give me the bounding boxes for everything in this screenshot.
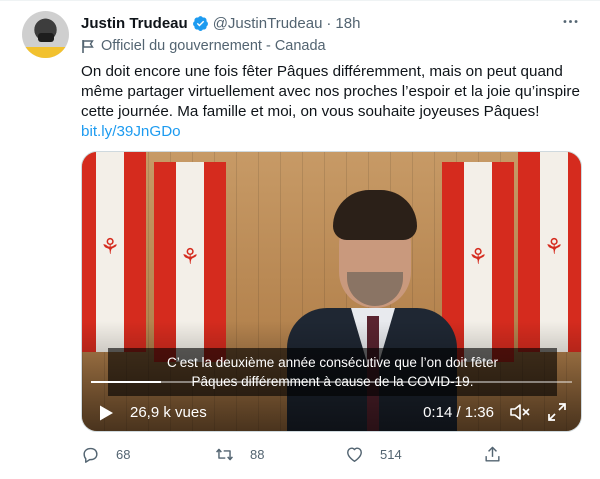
video-time: 0:14 / 1:36 bbox=[423, 404, 494, 421]
tweet-body: On doit encore une fois fêter Pâques dif… bbox=[81, 63, 580, 120]
share-icon bbox=[485, 446, 500, 462]
like-button[interactable]: 514 bbox=[345, 445, 402, 464]
heart-icon bbox=[347, 447, 362, 462]
video-caption: C’est la deuxième année consécutive que … bbox=[108, 348, 557, 396]
tweet-actions: 68 88 514 bbox=[81, 445, 511, 467]
share-button[interactable] bbox=[483, 445, 502, 464]
retweet-count: 88 bbox=[250, 447, 265, 462]
verified-badge-icon bbox=[192, 15, 209, 32]
avatar[interactable] bbox=[22, 11, 69, 58]
avatar-banner bbox=[22, 47, 69, 58]
video-progress-fill bbox=[91, 381, 162, 383]
caption-line-1: C’est la deuxième année consécutive que … bbox=[167, 355, 498, 370]
separator-dot: · bbox=[326, 14, 332, 32]
more-options-icon[interactable] bbox=[558, 11, 582, 31]
retweet-icon bbox=[216, 448, 233, 461]
flag-icon bbox=[81, 39, 95, 54]
face-mask-graphic bbox=[38, 33, 54, 42]
video-controls: 26,9 k vues 0:14 / 1:36 bbox=[82, 399, 581, 425]
government-label-text: Officiel du gouvernement - Canada bbox=[101, 38, 326, 54]
reply-count: 68 bbox=[116, 447, 131, 462]
fullscreen-icon[interactable] bbox=[547, 402, 567, 422]
video-progress-bar[interactable] bbox=[91, 381, 572, 383]
like-count: 514 bbox=[380, 447, 402, 462]
reply-button[interactable]: 68 bbox=[81, 445, 130, 464]
retweet-button[interactable]: 88 bbox=[215, 445, 264, 464]
reply-icon bbox=[83, 447, 98, 463]
government-label: Officiel du gouvernement - Canada bbox=[81, 37, 326, 55]
tweet-header: Justin Trudeau @JustinTrudeau · 18h bbox=[81, 13, 360, 33]
tweet-text: On doit encore une fois fêter Pâques dif… bbox=[81, 62, 586, 142]
tweet-link[interactable]: bit.ly/39JnGDo bbox=[81, 123, 181, 140]
view-count: 26,9 k vues bbox=[130, 404, 207, 421]
tweet[interactable]: Justin Trudeau @JustinTrudeau · 18h Offi… bbox=[0, 0, 600, 479]
tweet-timestamp[interactable]: 18h bbox=[335, 15, 360, 32]
author-handle[interactable]: @JustinTrudeau bbox=[213, 15, 323, 32]
muted-speaker-icon[interactable] bbox=[509, 402, 531, 422]
video-player[interactable]: ⚘ ⚘ ⚘ ⚘ C’est la deuxième année consécut… bbox=[81, 151, 582, 432]
author-name[interactable]: Justin Trudeau bbox=[81, 15, 188, 32]
play-icon[interactable] bbox=[97, 404, 115, 422]
